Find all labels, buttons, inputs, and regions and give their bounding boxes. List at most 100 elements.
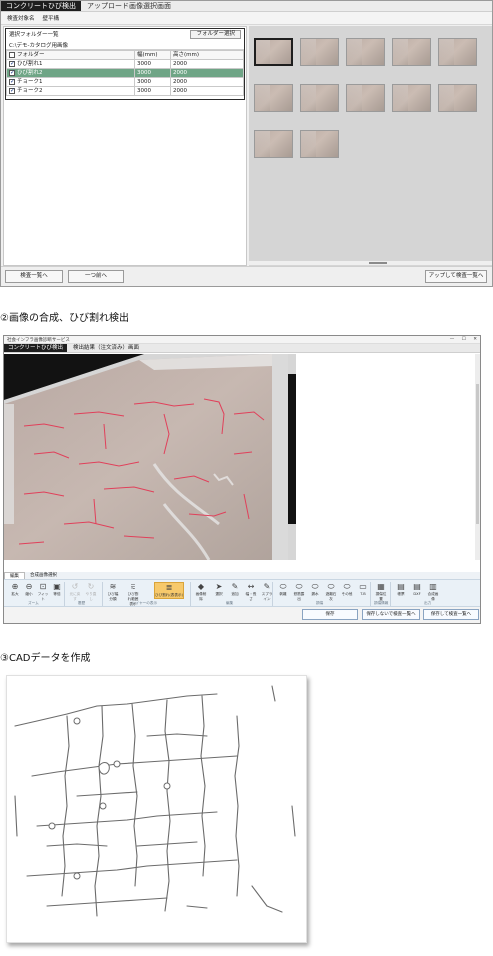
ribbon-button-label: フィット bbox=[37, 592, 49, 601]
ribbon-button-label: 選択 bbox=[215, 592, 223, 596]
ribbon-button-label: 帳票 bbox=[397, 592, 405, 596]
section-heading-3: ③CADデータを作成 bbox=[0, 653, 91, 664]
ribbon-button[interactable]: ✎ スプライン bbox=[260, 582, 274, 602]
ribbon-button[interactable]: ⬭ 遊離石灰 bbox=[324, 582, 338, 602]
footer-bar: 保存 保存しないで検査一覧へ 保存して検査一覧へ bbox=[4, 607, 480, 623]
table-row-selected[interactable]: ひび割れ2 3000 2000 bbox=[6, 68, 244, 78]
tab-composite-select[interactable]: 合成画像選択 bbox=[25, 572, 62, 579]
ribbon-button[interactable]: ▣ 等倍 bbox=[50, 582, 64, 597]
ribbon-separator bbox=[102, 582, 103, 606]
image-thumbnail[interactable] bbox=[300, 38, 339, 66]
image-thumbnail[interactable] bbox=[438, 38, 477, 66]
ribbon-button-label: 縮小 bbox=[25, 592, 33, 596]
height-cell: 2000 bbox=[170, 77, 244, 87]
ribbon-button-label: 遊離石灰 bbox=[325, 592, 337, 601]
image-thumbnail[interactable] bbox=[346, 84, 385, 112]
ribbon-button[interactable]: ⊡ フィット bbox=[36, 582, 50, 602]
select-all-checkbox[interactable] bbox=[9, 51, 15, 58]
undo-icon: ↺ bbox=[71, 582, 79, 591]
ribbon-button[interactable]: ⬭ 漏水 bbox=[308, 582, 322, 597]
folder-name: ひび割れ1 bbox=[17, 61, 43, 67]
ribbon-button[interactable]: ▥ 合成画像 bbox=[426, 582, 440, 602]
save-to-list-button[interactable]: 保存して検査一覧へ bbox=[423, 609, 479, 620]
image-thumbnail[interactable] bbox=[254, 84, 293, 112]
ribbon-button[interactable]: ⬭ 剥離 bbox=[276, 582, 290, 597]
upload-to-list-button[interactable]: アップして検査一覧へ bbox=[425, 270, 487, 283]
table-row[interactable]: チョーク2 3000 2000 bbox=[6, 86, 244, 96]
leak-icon: ⬭ bbox=[311, 582, 319, 591]
image-thumbnail[interactable] bbox=[254, 38, 293, 66]
ribbon-button[interactable]: ⊖ 縮小 bbox=[22, 582, 36, 597]
column-header: フォルダー bbox=[17, 52, 45, 58]
no-save-to-list-button[interactable]: 保存しないで検査一覧へ bbox=[362, 609, 420, 620]
row-checkbox[interactable] bbox=[9, 78, 15, 86]
ribbon-button[interactable]: ≣ ひび割れ(表表示) bbox=[154, 582, 184, 599]
ribbon-button[interactable]: ↻ やり直し bbox=[84, 582, 98, 602]
composite-image-canvas[interactable] bbox=[4, 354, 476, 561]
scroll-thumb[interactable] bbox=[369, 262, 387, 264]
ribbon-button[interactable]: ↺ 元に戻す bbox=[68, 582, 82, 602]
upload-image-select-window: コンクリートひび検出 アップロード画像選択画面 検査対象名 壁平構 選択フォルダ… bbox=[0, 0, 493, 287]
ribbon-button[interactable]: ➤ 選択 bbox=[212, 582, 226, 597]
folder-table: フォルダー 幅(mm) 高さ(mm) ひび割れ1 3000 2000 ひび割れ2… bbox=[6, 50, 244, 96]
image-thumbnail[interactable] bbox=[438, 84, 477, 112]
image-thumbnail[interactable] bbox=[300, 130, 339, 158]
ribbon-button[interactable]: ▭ T.B bbox=[356, 582, 370, 596]
ribbon-button[interactable]: ⩳ ひび割れ範囲表示 bbox=[126, 582, 140, 607]
ribbon-button[interactable]: ◆ 画像削除 bbox=[194, 582, 208, 602]
ribbon-button[interactable]: ⬭ 鉄筋露出 bbox=[292, 582, 306, 602]
ribbon-button[interactable]: ▤ DXF bbox=[410, 582, 424, 596]
inspection-list-button[interactable]: 検査一覧へ bbox=[5, 270, 63, 283]
back-button[interactable]: 一つ前へ bbox=[68, 270, 124, 283]
width-cell: 3000 bbox=[134, 59, 171, 69]
footer-bar: 検査一覧へ 一つ前へ アップして検査一覧へ bbox=[1, 266, 492, 286]
close-icon[interactable]: ✕ bbox=[473, 337, 477, 342]
ribbon-button-label: ひび割れ範囲表示 bbox=[127, 592, 139, 606]
ribbon-button[interactable]: ⬭ その他 bbox=[340, 582, 354, 597]
minimize-icon[interactable]: — bbox=[450, 337, 455, 342]
ribbon-button[interactable]: ✎ 追加 bbox=[228, 582, 242, 597]
ribbon-button[interactable]: ▤ 帳票 bbox=[394, 582, 408, 597]
crack-width-icon: ≋ bbox=[109, 582, 117, 591]
ribbon-button[interactable]: ↔ 幅・長さ bbox=[244, 582, 258, 602]
row-checkbox[interactable] bbox=[9, 69, 15, 77]
image-thumbnail[interactable] bbox=[392, 84, 431, 112]
thumbnail-grid bbox=[249, 26, 492, 266]
ribbon-group-label: 損傷 bbox=[316, 601, 324, 605]
image-thumbnail[interactable] bbox=[300, 84, 339, 112]
vertical-scrollbar[interactable] bbox=[475, 354, 480, 560]
maximize-icon[interactable]: ☐ bbox=[462, 337, 466, 342]
folder-select-button[interactable]: フォルダー選択 bbox=[190, 29, 241, 39]
image-thumbnail[interactable] bbox=[392, 38, 431, 66]
horizontal-scrollbar[interactable] bbox=[249, 261, 492, 265]
width-cell: 3000 bbox=[134, 68, 171, 78]
efflorescence-icon: ⬭ bbox=[327, 582, 335, 591]
section-heading-2: ②画像の合成、ひび割れ検出 bbox=[0, 313, 129, 324]
app-tab[interactable]: コンクリートひび検出 bbox=[1, 1, 81, 11]
scroll-thumb[interactable] bbox=[476, 384, 479, 524]
ribbon-separator bbox=[190, 582, 191, 606]
select-icon: ➤ bbox=[215, 582, 223, 591]
ribbon-button[interactable]: ≋ ひび幅分類 bbox=[106, 582, 120, 602]
row-checkbox[interactable] bbox=[9, 60, 15, 68]
screen-title: アップロード画像選択画面 bbox=[87, 2, 171, 10]
ribbon-separator bbox=[370, 582, 371, 606]
eraser-icon: ◆ bbox=[197, 582, 205, 591]
table-row[interactable]: ひび割れ1 3000 2000 bbox=[6, 59, 244, 69]
row-checkbox[interactable] bbox=[9, 87, 15, 95]
folder-list-box: 選択フォルダー一覧 フォルダー選択 C:\デモ-カタログ用画像 フォルダー 幅(… bbox=[5, 28, 245, 100]
crack-table-icon: ≣ bbox=[165, 583, 173, 592]
damage-position-icon: ▦ bbox=[377, 582, 385, 591]
ribbon-button[interactable]: ▦ 損傷位置 bbox=[374, 582, 388, 602]
image-thumbnail[interactable] bbox=[346, 38, 385, 66]
target-label: 検査対象名 bbox=[7, 16, 35, 22]
save-button[interactable]: 保存 bbox=[302, 609, 358, 620]
cad-crack-lines bbox=[14, 685, 296, 917]
app-tab[interactable]: コンクリートひび検出 bbox=[4, 344, 68, 352]
cad-crack-drawing bbox=[6, 675, 307, 943]
ribbon-button-label: 元に戻す bbox=[69, 592, 81, 601]
ribbon-button[interactable]: ⊕ 拡大 bbox=[8, 582, 22, 597]
image-thumbnail[interactable] bbox=[254, 130, 293, 158]
tab-edit[interactable]: 編集 bbox=[4, 572, 25, 579]
table-row[interactable]: チョーク1 3000 2000 bbox=[6, 77, 244, 87]
